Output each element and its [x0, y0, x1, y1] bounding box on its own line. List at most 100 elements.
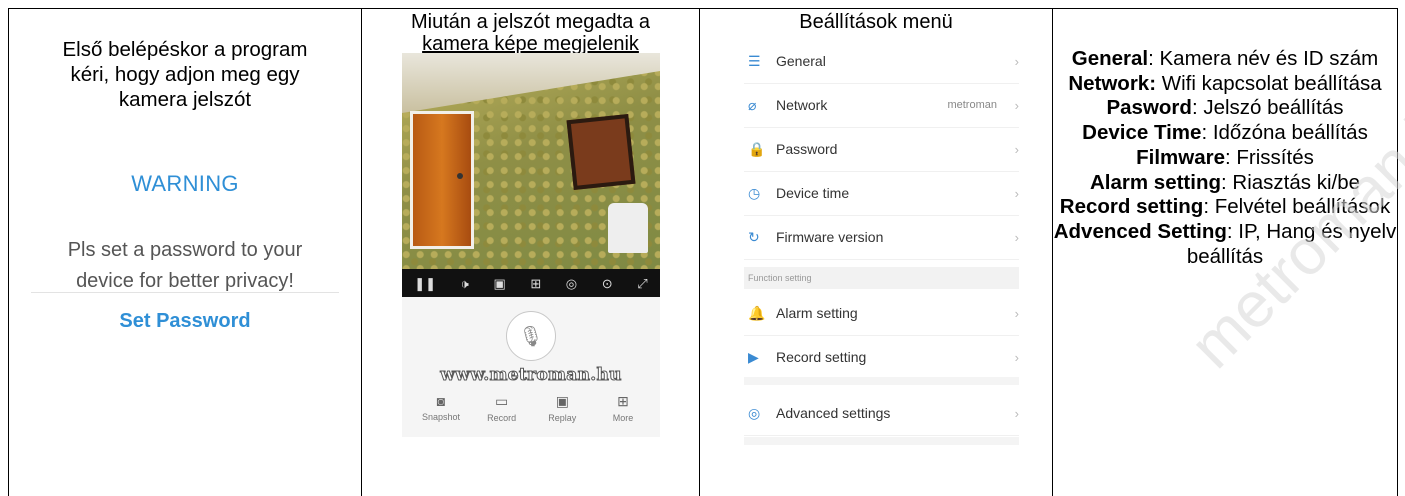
- row-label: General: [776, 53, 826, 69]
- settings-row-general[interactable]: ☰ General ›: [744, 39, 1019, 84]
- description-key: Advenced Setting: [1053, 219, 1227, 243]
- description-text: : Időzóna beállítás: [1201, 121, 1368, 145]
- nav-record[interactable]: ▭ Record: [473, 393, 531, 423]
- lock-icon: 🔒: [748, 140, 766, 157]
- row-label: Advanced settings: [776, 405, 891, 421]
- heading-line: kamera képe megjelenik: [422, 33, 639, 55]
- fullscreen-icon[interactable]: ⤢: [637, 277, 647, 290]
- heading-line: Miután a jelszót megadta a: [410, 11, 651, 33]
- pause-icon[interactable]: ❚❚: [414, 277, 436, 290]
- row-label: Password: [776, 141, 838, 157]
- description-item: Alarm setting: Riasztás ki/be: [1053, 171, 1397, 196]
- speaker-icon[interactable]: 🕩: [461, 277, 469, 290]
- set-password-button[interactable]: Set Password: [9, 310, 361, 333]
- description-key: Network:: [1068, 71, 1157, 95]
- settings-row-device-time[interactable]: ◷ Device time ›: [744, 171, 1019, 216]
- general-icon: ☰: [748, 52, 761, 69]
- camera-view-heading: Miután a jelszót megadta a kamera képe m…: [362, 11, 699, 55]
- settings-heading: Beállítások menü: [799, 11, 953, 33]
- settings-row-password[interactable]: 🔒 Password ›: [744, 127, 1019, 172]
- chevron-right-icon: ›: [1014, 97, 1019, 113]
- nav-label: Snapshot: [421, 412, 461, 422]
- divider: [31, 292, 339, 293]
- microphone-button[interactable]: 🎙: [506, 311, 556, 361]
- description-item: Advenced Setting: IP, Hang és nyelv beál…: [1053, 220, 1397, 269]
- nav-snapshot[interactable]: ◙ Snapshot: [412, 393, 470, 423]
- settings-row-alarm[interactable]: 🔔 Alarm setting ›: [744, 291, 1019, 336]
- screenshot-icon[interactable]: ⊙: [602, 277, 613, 290]
- row-value: metroman: [947, 99, 997, 111]
- warning-line: Pls set a password to your: [67, 239, 303, 261]
- nav-label: Record: [487, 413, 517, 423]
- description-text: : Riasztás ki/be: [1221, 170, 1360, 194]
- more-icon: ⊞: [617, 393, 629, 409]
- description-key: Pasword: [1106, 96, 1192, 120]
- chevron-right-icon: ›: [1014, 405, 1019, 421]
- chevron-right-icon: ›: [1014, 185, 1019, 201]
- settings-row-record[interactable]: ▶ Record setting ›: [744, 335, 1019, 380]
- intro-line: kéri, hogy adjon meg egy: [70, 63, 300, 86]
- warning-message: Pls set a password to your device for be…: [9, 235, 361, 297]
- first-login-text: Első belépéskor a program kéri, hogy adj…: [9, 37, 361, 112]
- row-label: Firmware version: [776, 229, 884, 245]
- chevron-right-icon: ›: [1014, 305, 1019, 321]
- chevron-right-icon: ›: [1014, 53, 1019, 69]
- column-settings-menu: Beállítások menü ☰ General › ⌀ Network m…: [700, 9, 1053, 496]
- phone-screen: ❚❚ 🕩 ▣ ⊞ ◎ ⊙ ⤢ 🎙 www.metroman.hu ◙ Snaps…: [402, 53, 660, 437]
- clock-icon: ◷: [748, 184, 761, 201]
- watermark-text: www.metroman.hu: [440, 365, 622, 386]
- settings-row-advanced[interactable]: ◎ Advanced settings ›: [744, 391, 1019, 436]
- nav-more[interactable]: ⊞ More: [594, 393, 652, 423]
- instruction-table: Első belépéskor a program kéri, hogy adj…: [8, 8, 1398, 496]
- description-text: Wifi kapcsolat beállítása: [1156, 71, 1382, 95]
- replay-icon: ▣: [555, 393, 569, 409]
- description-key: Record setting: [1059, 195, 1204, 219]
- record-icon: ▭: [495, 393, 509, 409]
- settings-icon: ◎: [748, 404, 761, 421]
- nav-replay[interactable]: ▣ Replay: [533, 393, 591, 423]
- chevron-right-icon: ›: [1014, 229, 1019, 245]
- row-label: Record setting: [776, 349, 867, 365]
- description-key: Alarm setting: [1090, 170, 1221, 194]
- column-descriptions: General: Kamera név és ID szám Network: …: [1053, 9, 1398, 496]
- spacer: [744, 377, 1019, 385]
- ptz-icon[interactable]: ◎: [566, 277, 577, 290]
- description-text: : Jelszó beállítás: [1191, 96, 1344, 120]
- column-first-login: Első belépéskor a program kéri, hogy adj…: [9, 9, 362, 496]
- column-camera-view: Miután a jelszót megadta a kamera képe m…: [362, 9, 700, 496]
- description-item: Record setting: Felvétel beállítások: [1053, 195, 1397, 220]
- camera-icon: ◙: [436, 393, 446, 409]
- toilet-image: [608, 203, 648, 253]
- intro-line: kamera jelszót: [118, 88, 252, 111]
- description-item: Filmware: Frissítés: [1053, 146, 1397, 171]
- description-item: Device Time: Időzóna beállítás: [1053, 121, 1397, 146]
- nav-label: Replay: [548, 413, 577, 423]
- description-text: : Frissítés: [1225, 145, 1314, 169]
- sd-quality-icon[interactable]: ▣: [493, 277, 505, 290]
- settings-row-firmware[interactable]: ↻ Firmware version ›: [744, 215, 1019, 260]
- description-text: : Felvétel beállítások: [1203, 195, 1391, 219]
- description-item: Network: Wifi kapcsolat beállítása: [1053, 72, 1397, 97]
- section-header: Function setting: [744, 267, 1019, 289]
- row-label: Network: [776, 97, 828, 113]
- description-key: Device Time: [1082, 121, 1202, 145]
- warning-title: WARNING: [131, 171, 239, 196]
- microphone-icon: 🎙: [518, 325, 544, 348]
- settings-row-network[interactable]: ⌀ Network metroman ›: [744, 83, 1019, 128]
- spacer: [744, 437, 1019, 445]
- doorknob-image: [457, 173, 463, 179]
- bottom-nav: ◙ Snapshot ▭ Record ▣ Replay ⊞ More: [412, 393, 652, 423]
- settings-list: ☰ General › ⌀ Network metroman › 🔒 Passw…: [744, 39, 1019, 445]
- refresh-icon: ↻: [748, 228, 760, 245]
- row-label: Alarm setting: [776, 305, 858, 321]
- video-control-bar: ❚❚ 🕩 ▣ ⊞ ◎ ⊙ ⤢: [402, 269, 660, 297]
- description-text: : Kamera név és ID szám: [1148, 47, 1379, 70]
- description-key: General: [1071, 47, 1149, 70]
- camera-video-feed[interactable]: [402, 53, 660, 269]
- door-image: [410, 111, 474, 249]
- grid-icon[interactable]: ⊞: [530, 277, 541, 290]
- wall-picture-image: [566, 113, 636, 191]
- description-item: General: Kamera név és ID szám: [1053, 47, 1397, 72]
- bell-icon: 🔔: [748, 304, 766, 321]
- nav-label: More: [612, 413, 634, 423]
